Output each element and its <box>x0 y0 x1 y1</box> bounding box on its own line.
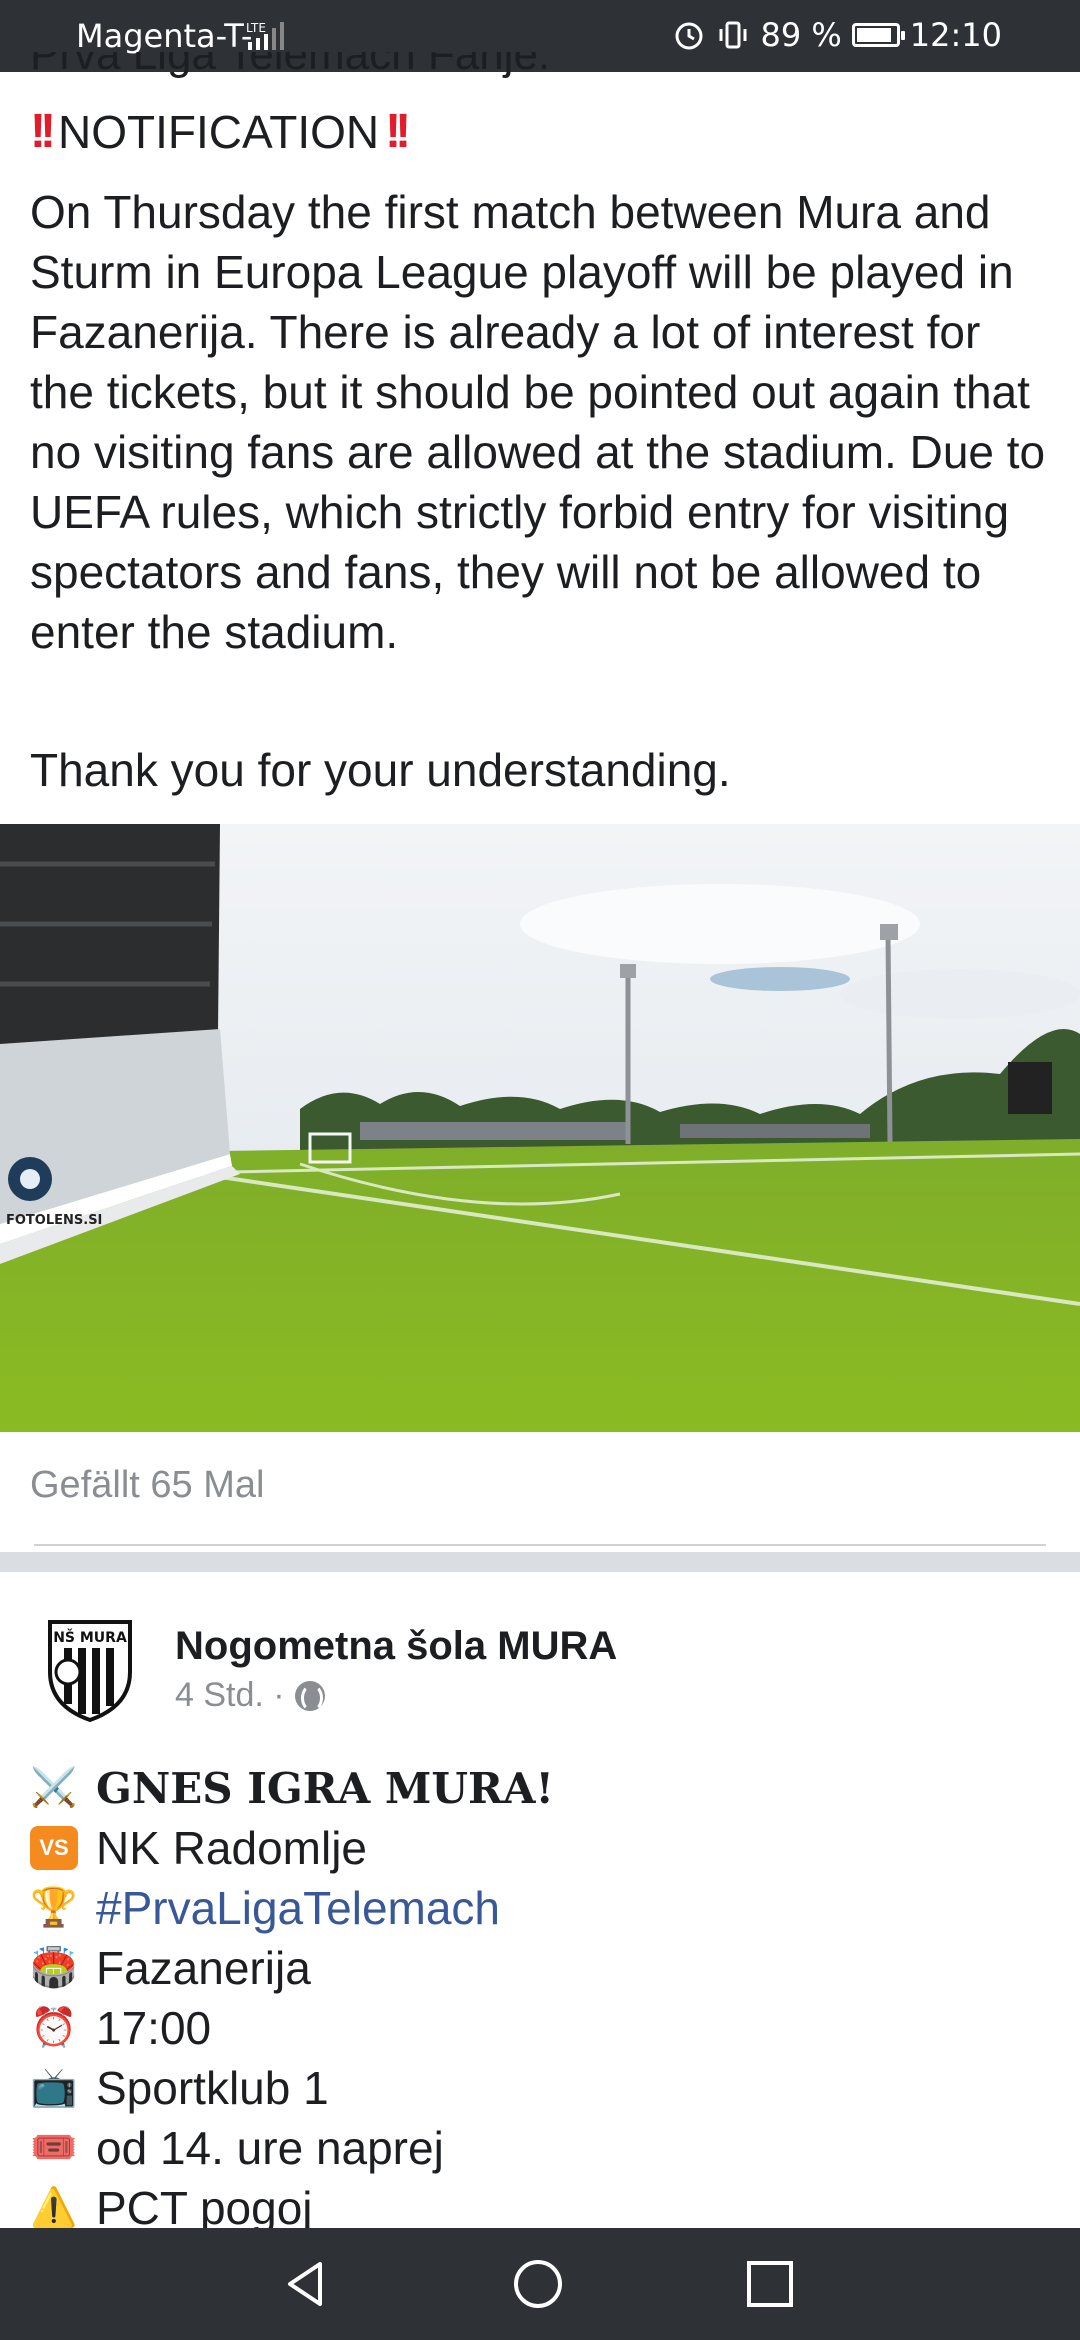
list-item: ⏰ 17:00 <box>30 1998 1060 2058</box>
crossed-swords-icon: ⚔️ <box>30 1767 78 1809</box>
post-body: On Thursday the first match between Mura… <box>30 186 1046 658</box>
photo-watermark: FOTOLENS.SI <box>6 1213 102 1228</box>
line-text: Fazanerija <box>96 1942 311 1994</box>
alarm-clock-icon: ⏰ <box>30 2007 78 2049</box>
list-item: 🏆 #PrvaLigaTelemach <box>30 1878 1060 1938</box>
post-meta: 4 Std. · <box>175 1676 325 1715</box>
list-item: VS NK Radomlje <box>30 1818 1060 1878</box>
navigation-bar <box>0 2228 1080 2340</box>
feed-separator <box>0 1552 1080 1572</box>
likes-count[interactable]: Gefällt 65 Mal <box>30 1464 264 1507</box>
recents-icon[interactable] <box>744 2258 796 2310</box>
post2-body: ⚔️ 𝐆𝐍𝐄𝐒 𝐈𝐆𝐑𝐀 𝐌𝐔𝐑𝐀! VS NK Radomlje 🏆 #Prv… <box>30 1758 1060 2238</box>
warning-icon: ⚠️ <box>30 2187 78 2229</box>
home-icon[interactable] <box>512 2258 564 2310</box>
list-item: 🏟️ Fazanerija <box>30 1938 1060 1998</box>
list-item: ⚔️ 𝐆𝐍𝐄𝐒 𝐈𝐆𝐑𝐀 𝐌𝐔𝐑𝐀! <box>30 1758 1060 1818</box>
back-icon[interactable] <box>280 2258 332 2310</box>
line-text: Sportklub 1 <box>96 2062 329 2114</box>
ticket-icon: 🎟️ <box>30 2127 78 2169</box>
page-avatar[interactable]: NŠ MURA <box>40 1614 140 1724</box>
trophy-icon: 🏆 <box>30 1887 78 1929</box>
list-item: 📺 Sportklub 1 <box>30 2058 1060 2118</box>
line-text: 𝐆𝐍𝐄𝐒 𝐈𝐆𝐑𝐀 𝐌𝐔𝐑𝐀! <box>96 1763 554 1813</box>
post-closing: Thank you for your understanding. <box>30 744 731 796</box>
avatar-text: NŠ MURA <box>53 1628 127 1646</box>
signal-icon: LTE <box>246 21 284 50</box>
double-exclamation-icon: !! <box>385 105 411 158</box>
notification-heading: !! NOTIFICATION !! <box>30 104 411 159</box>
vs-icon: VS <box>30 1826 78 1870</box>
hashtag-link[interactable]: #PrvaLigaTelemach <box>96 1881 500 1935</box>
battery-icon <box>851 23 905 47</box>
line-text: NK Radomlje <box>96 1822 367 1874</box>
cut-off-heading: Prva Liga Telemach Fanje: <box>30 52 551 78</box>
battery-percent: 89 % <box>760 16 842 54</box>
divider <box>34 1544 1046 1546</box>
post-time[interactable]: 4 Std. · <box>175 1676 285 1715</box>
alarm-icon <box>675 22 703 50</box>
stadium-photo[interactable]: FOTOLENS.SI <box>0 824 1080 1432</box>
globe-icon <box>294 1680 325 1712</box>
vibrate-icon <box>719 21 747 49</box>
line-text: 17:00 <box>96 2002 212 2054</box>
line-text: PCT pogoj <box>96 2182 313 2234</box>
double-exclamation-icon: !! <box>30 105 56 158</box>
clock: 12:10 <box>909 16 1002 54</box>
network-type: LTE <box>246 21 266 35</box>
stadium-icon: 🏟️ <box>30 1947 78 1989</box>
line-text: od 14. ure naprej <box>96 2122 444 2174</box>
notification-label: NOTIFICATION <box>57 105 380 158</box>
tv-icon: 📺 <box>30 2067 78 2109</box>
carrier-name: Magenta-T- <box>76 17 253 55</box>
page-name[interactable]: Nogometna šola MURA <box>175 1624 617 1669</box>
list-item: 🎟️ od 14. ure naprej <box>30 2118 1060 2178</box>
